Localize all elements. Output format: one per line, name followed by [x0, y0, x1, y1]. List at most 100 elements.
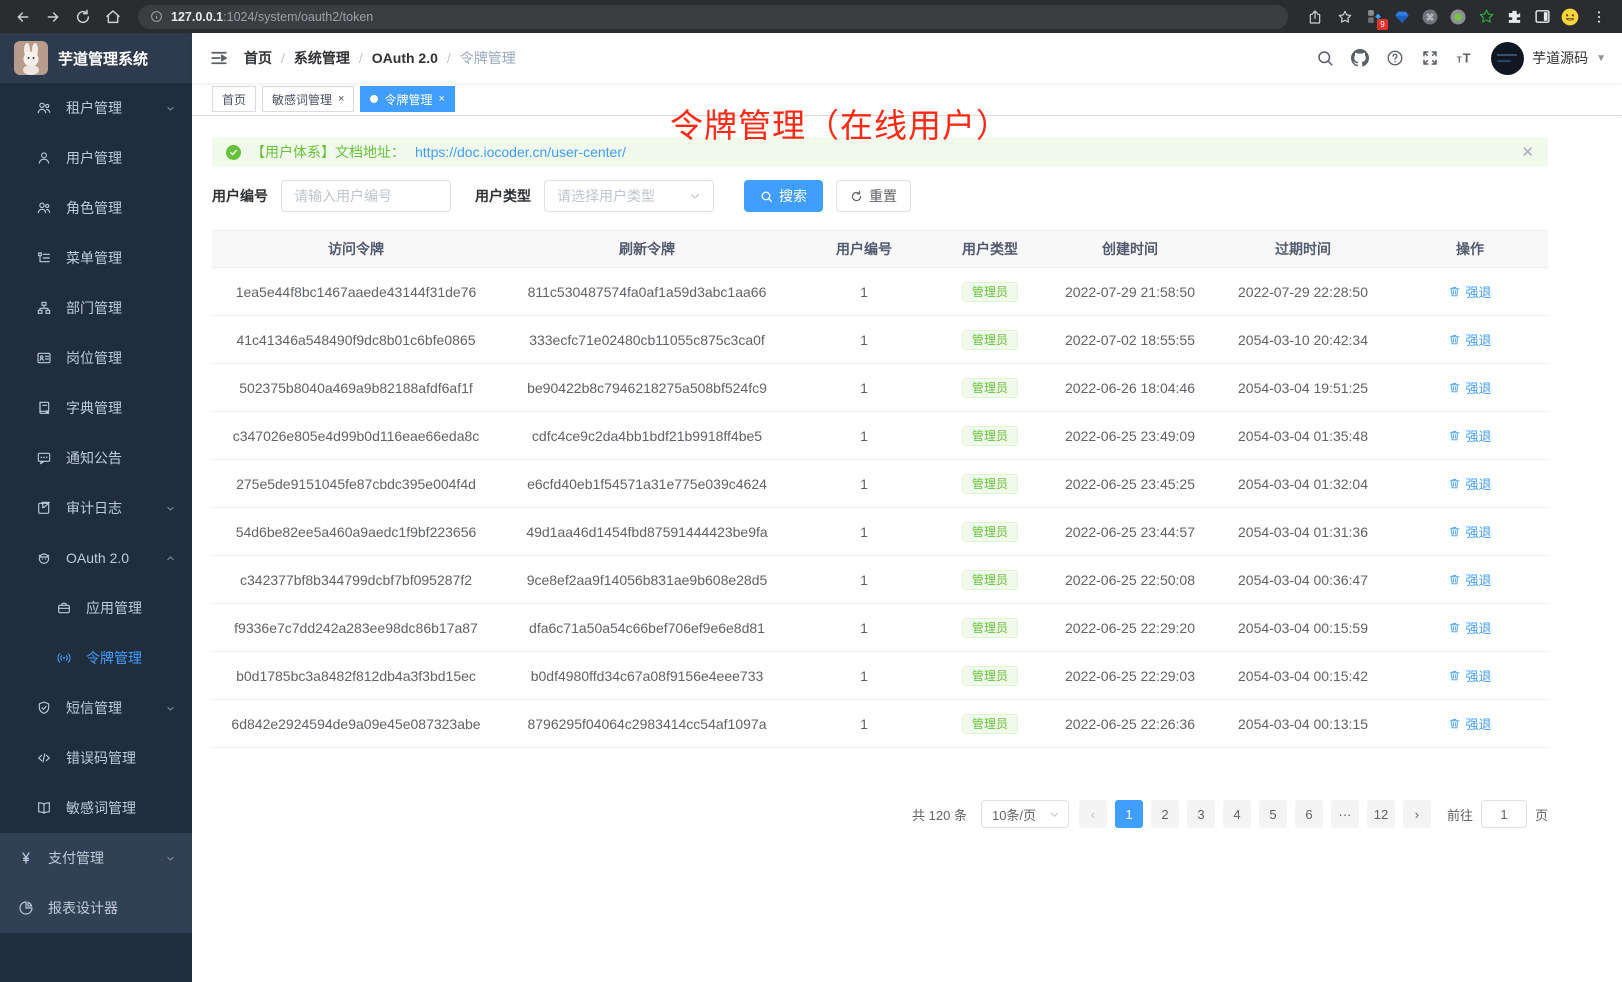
sidebar-item-oauth-token[interactable]: 令牌管理	[0, 633, 192, 683]
alert-close-icon[interactable]: ✕	[1521, 143, 1534, 161]
tab-close-icon[interactable]: ×	[438, 94, 444, 105]
browser-home-button[interactable]	[100, 4, 126, 30]
page-button-1[interactable]: 1	[1115, 800, 1143, 828]
expire-time-cell: 2022-07-29 22:28:50	[1214, 284, 1392, 300]
sidebar-item-post[interactable]: 岗位管理	[0, 333, 192, 383]
reset-button[interactable]: 重置	[836, 180, 911, 212]
sidebar-item-menu[interactable]: 菜单管理	[0, 233, 192, 283]
page-button-3[interactable]: 3	[1187, 800, 1215, 828]
breadcrumb-item[interactable]: OAuth 2.0	[372, 50, 438, 66]
table-body: 1ea5e44f8bc1467aaede43144f31de76811c5304…	[212, 268, 1548, 748]
tab-sensitive-word[interactable]: 敏感词管理×	[262, 86, 354, 112]
help-button[interactable]	[1386, 49, 1404, 67]
tab-home[interactable]: 首页	[212, 86, 256, 112]
page-button-6[interactable]: 6	[1295, 800, 1323, 828]
font-size-button[interactable]: TT	[1456, 49, 1474, 67]
fullscreen-button[interactable]	[1421, 49, 1439, 67]
sidebar-item-oauth2[interactable]: OAuth 2.0	[0, 533, 192, 583]
user-id-cell: 1	[794, 284, 934, 300]
user-menu[interactable]: 芋道源码 ▼	[1491, 42, 1606, 75]
page-button-12[interactable]: 12	[1367, 800, 1395, 828]
sidebar-item-dept[interactable]: 部门管理	[0, 283, 192, 333]
share-button[interactable]	[1302, 4, 1328, 30]
sidebar-item-notice[interactable]: 通知公告	[0, 433, 192, 483]
sidebar-item-pay[interactable]: 支付管理	[0, 833, 192, 883]
signal-icon	[56, 650, 72, 666]
next-page-button[interactable]: ›	[1403, 800, 1431, 828]
prev-page-button[interactable]: ‹	[1079, 800, 1107, 828]
breadcrumb-item[interactable]: 首页	[244, 48, 272, 68]
extension-badge: 9	[1377, 19, 1388, 30]
force-logout-button[interactable]: 强退	[1448, 570, 1491, 589]
profile-avatar-button[interactable]	[1558, 5, 1582, 29]
force-logout-button[interactable]: 强退	[1448, 282, 1491, 301]
chevron-down-icon	[165, 503, 176, 514]
browser-forward-button[interactable]	[40, 4, 66, 30]
goto-page-input[interactable]	[1481, 800, 1527, 828]
refresh-token-cell: dfa6c71a50a54c66bef706ef9e6e8d81	[500, 620, 794, 636]
page-button-5[interactable]: 5	[1259, 800, 1287, 828]
extension-command-button[interactable]: ⌘	[1418, 5, 1442, 29]
sidebar-item-sensitive-word[interactable]: 敏感词管理	[0, 783, 192, 833]
header-search-button[interactable]	[1316, 49, 1334, 67]
shield-icon	[36, 700, 52, 716]
breadcrumb-item[interactable]: 系统管理	[294, 48, 350, 68]
sidebar-item-label: 岗位管理	[66, 348, 122, 368]
extension-gem-button[interactable]	[1390, 5, 1414, 29]
search-button[interactable]: 搜索	[744, 180, 823, 212]
github-link-button[interactable]	[1351, 49, 1369, 67]
force-logout-button[interactable]: 强退	[1448, 426, 1491, 445]
created-time-cell: 2022-06-25 22:29:20	[1046, 620, 1214, 636]
sidebar-item-tenant[interactable]: 租户管理	[0, 83, 192, 133]
sidebar-item-audit-log[interactable]: 审计日志	[0, 483, 192, 533]
doc-link[interactable]: https://doc.iocoder.cn/user-center/	[415, 144, 626, 160]
sidebar-item-label: 审计日志	[66, 498, 122, 518]
table-row: 1ea5e44f8bc1467aaede43144f31de76811c5304…	[212, 268, 1548, 316]
site-info-icon[interactable]	[150, 10, 163, 23]
force-logout-button[interactable]: 强退	[1448, 330, 1491, 349]
tab-close-icon[interactable]: ×	[338, 94, 344, 105]
extension-record-button[interactable]	[1446, 5, 1470, 29]
sidebar-item-oauth-app[interactable]: 应用管理	[0, 583, 192, 633]
address-bar[interactable]: 127.0.0.1:1024/system/oauth2/token	[138, 5, 1288, 29]
user-id-input[interactable]	[281, 180, 451, 212]
trash-icon	[1448, 333, 1461, 346]
code-icon	[36, 750, 52, 766]
page-size-select[interactable]: 10条/页	[981, 800, 1069, 828]
browser-reload-button[interactable]	[70, 4, 96, 30]
tab-token[interactable]: 令牌管理×	[360, 86, 454, 112]
user-id-cell: 1	[794, 476, 934, 492]
force-logout-button[interactable]: 强退	[1448, 666, 1491, 685]
expire-time-cell: 2054-03-04 00:15:42	[1214, 668, 1392, 684]
page-button-4[interactable]: 4	[1223, 800, 1251, 828]
side-panel-button[interactable]	[1530, 5, 1554, 29]
sidebar-item-role[interactable]: 角色管理	[0, 183, 192, 233]
browser-menu-button[interactable]	[1586, 4, 1612, 30]
bookmark-button[interactable]	[1332, 4, 1358, 30]
more-pages-button[interactable]: ···	[1331, 800, 1359, 828]
force-logout-button[interactable]: 强退	[1448, 714, 1491, 733]
force-logout-button[interactable]: 强退	[1448, 474, 1491, 493]
sidebar-item-dict[interactable]: 字典管理	[0, 383, 192, 433]
total-count: 共 120 条	[912, 805, 967, 824]
app-logo-band[interactable]: 芋道管理系统	[0, 33, 192, 83]
user-type-select[interactable]: 请选择用户类型	[544, 180, 714, 212]
breadcrumb: 首页/系统管理/OAuth 2.0/令牌管理	[244, 48, 516, 68]
browser-back-button[interactable]	[10, 4, 36, 30]
extensions-puzzle-button[interactable]	[1502, 5, 1526, 29]
force-logout-button[interactable]: 强退	[1448, 522, 1491, 541]
user-type-cell: 管理员	[934, 522, 1046, 542]
page-button-2[interactable]: 2	[1151, 800, 1179, 828]
sidebar-item-sms[interactable]: 短信管理	[0, 683, 192, 733]
extension-star-button[interactable]	[1474, 5, 1498, 29]
sidebar-item-error-code[interactable]: 错误码管理	[0, 733, 192, 783]
sidebar-collapse-button[interactable]	[210, 49, 228, 67]
sidebar-item-report[interactable]: 报表设计器	[0, 883, 192, 933]
extension-grid-button[interactable]: 9	[1362, 5, 1386, 29]
access-token-cell: c342377bf8b344799dcbf7bf095287f2	[212, 572, 500, 588]
force-logout-button[interactable]: 强退	[1448, 618, 1491, 637]
force-logout-label: 强退	[1465, 522, 1491, 541]
force-logout-button[interactable]: 强退	[1448, 378, 1491, 397]
expire-time-cell: 2054-03-04 01:32:04	[1214, 476, 1392, 492]
sidebar-item-user[interactable]: 用户管理	[0, 133, 192, 183]
